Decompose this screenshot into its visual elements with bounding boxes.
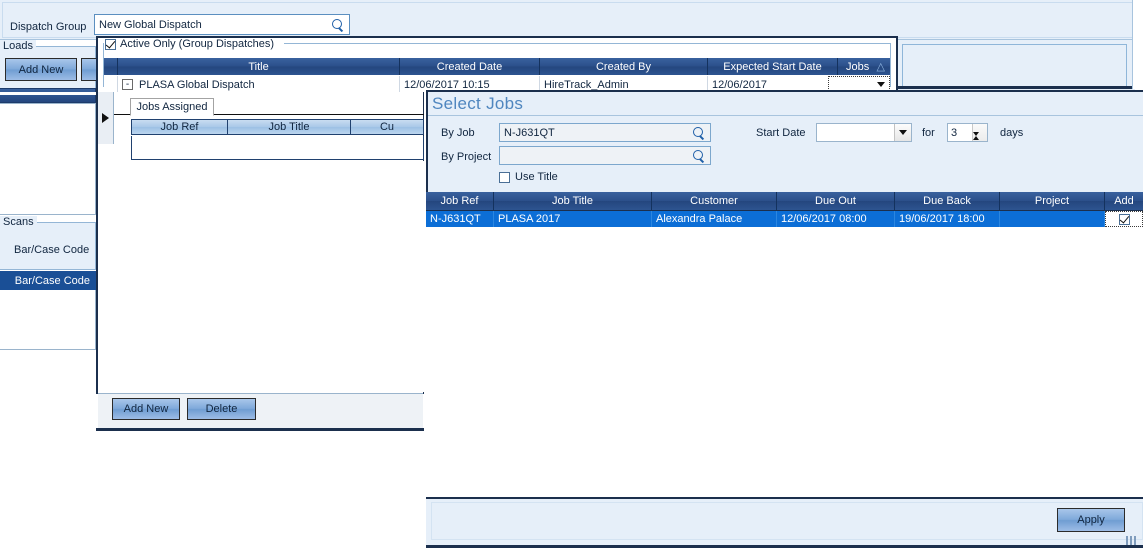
results-col-due-out[interactable]: Due Out [777, 192, 895, 210]
by-project-search-icon[interactable] [692, 149, 706, 163]
search-icon[interactable] [331, 18, 345, 32]
days-stepper-buttons[interactable] [972, 124, 987, 141]
active-only-checkbox-wrap[interactable]: Active Only (Group Dispatches) [105, 38, 274, 50]
results-col-add[interactable]: Add [1105, 192, 1143, 210]
jobs-assigned-col-job-ref[interactable]: Job Ref [132, 120, 228, 134]
by-project-label: By Project [441, 151, 491, 163]
by-job-label: By Job [441, 127, 475, 139]
tree-expander-icon[interactable]: - [122, 79, 133, 90]
start-date-value [817, 124, 894, 141]
dispatch-window-bottom-edge [96, 428, 424, 431]
days-value[interactable]: 3 [948, 124, 972, 141]
chevron-down-icon [899, 130, 907, 135]
start-date-label: Start Date [756, 127, 806, 139]
tab-jobs-assigned-label: Jobs Assigned [137, 101, 208, 113]
add-row-checkbox[interactable] [1119, 214, 1130, 225]
results-cell-add[interactable] [1105, 211, 1143, 227]
active-only-checkbox[interactable] [105, 39, 116, 50]
start-date-dropdown-button[interactable] [894, 124, 911, 141]
results-grid-body [426, 210, 1143, 497]
loads-grid-header [0, 88, 96, 103]
dispatch-col-rowhandle [104, 58, 118, 75]
scans-selected-row[interactable]: Bar/Case Code [0, 271, 96, 290]
results-grid-header: Job Ref Job Title Customer Due Out Due B… [426, 192, 1143, 210]
detail-row-indicator-column [98, 92, 114, 144]
stepper-down-icon[interactable] [973, 136, 987, 148]
tab-jobs-assigned[interactable]: Jobs Assigned [130, 98, 214, 116]
background-window-far-right [1132, 0, 1135, 89]
results-cell-customer: Alexandra Palace [652, 211, 777, 227]
loads-grid-body [0, 103, 96, 215]
apply-button[interactable]: Apply [1057, 508, 1125, 532]
background-right-panel-inner [902, 44, 1127, 88]
scans-selected-row-label: Bar/Case Code [15, 275, 90, 287]
dialog-bottom-edge [426, 545, 1143, 548]
results-col-job-ref[interactable]: Job Ref [426, 192, 494, 210]
dispatch-group-value: New Global Dispatch [99, 19, 331, 31]
dispatch-title-text: PLASA Global Dispatch [139, 79, 255, 91]
dispatch-grid-header: Title Created Date Created By Expected S… [104, 58, 890, 75]
results-col-job-title[interactable]: Job Title [494, 192, 652, 210]
dispatch-group-label: Dispatch Group [10, 21, 86, 33]
days-label: days [1000, 127, 1023, 139]
jobs-assigned-grid-header: Job Ref Job Title Cu [131, 119, 424, 135]
dispatch-add-new-button[interactable]: Add New [112, 398, 180, 420]
results-grid-row[interactable]: N-J631QT PLASA 2017 Alexandra Palace 12/… [426, 211, 1143, 227]
dialog-title: Select Jobs [432, 94, 523, 114]
dialog-title-underline [428, 115, 1143, 116]
dispatch-detail-empty-area [98, 161, 424, 392]
by-job-search-icon[interactable] [692, 126, 706, 140]
results-col-customer[interactable]: Customer [652, 192, 777, 210]
dispatch-group-input[interactable]: New Global Dispatch [94, 14, 350, 35]
row-handle [104, 76, 118, 93]
dispatch-col-created-by[interactable]: Created By [540, 58, 708, 75]
results-cell-job-ref: N-J631QT [426, 211, 494, 227]
scans-list-body [0, 290, 96, 350]
results-cell-due-back: 19/06/2017 18:00 [895, 211, 1000, 227]
dispatch-col-title[interactable]: Title [118, 58, 400, 75]
loads-group-label: Loads [0, 40, 36, 52]
use-title-label: Use Title [515, 171, 558, 183]
for-label: for [922, 127, 935, 139]
chevron-down-icon[interactable] [877, 82, 885, 87]
active-only-label: Active Only (Group Dispatches) [120, 38, 274, 50]
jobs-assigned-col-job-title[interactable]: Job Title [228, 120, 351, 134]
by-job-value: N-J631QT [504, 127, 692, 139]
current-row-triangle-icon [102, 113, 109, 123]
results-cell-due-out: 12/06/2017 08:00 [777, 211, 895, 227]
by-job-input[interactable]: N-J631QT [499, 123, 711, 142]
by-project-input[interactable] [499, 146, 711, 165]
days-stepper[interactable]: 3 [947, 123, 988, 142]
scans-group-label: Scans [0, 216, 37, 228]
sort-ascending-icon: △ [877, 60, 885, 73]
screen: Dispatch Group New Global Dispatch Loads… [0, 0, 1143, 550]
dispatch-col-jobs-label: Jobs [846, 61, 869, 73]
start-date-combo[interactable] [816, 123, 912, 142]
dispatch-delete-button[interactable]: Delete [187, 398, 256, 420]
use-title-row[interactable]: Use Title [499, 171, 558, 183]
use-title-checkbox[interactable] [499, 172, 510, 183]
scans-barcase-label: Bar/Case Code [14, 244, 89, 256]
loads-add-new-button[interactable]: Add New [5, 58, 77, 81]
jobs-assigned-grid-body [131, 136, 424, 160]
results-cell-job-title: PLASA 2017 [494, 211, 652, 227]
dispatch-col-jobs[interactable]: Jobs △ [838, 58, 890, 75]
background-right-edge-dark [898, 86, 1132, 89]
dispatch-col-created-date[interactable]: Created Date [400, 58, 540, 75]
results-cell-project [1000, 211, 1105, 227]
dispatch-cell-title: - PLASA Global Dispatch [118, 76, 400, 93]
results-col-due-back[interactable]: Due Back [895, 192, 1000, 210]
jobs-assigned-col-customer[interactable]: Cu [351, 120, 423, 134]
results-col-project[interactable]: Project [1000, 192, 1105, 210]
dialog-footer-inner-border [431, 502, 1143, 540]
dispatch-col-expected-start-date[interactable]: Expected Start Date [708, 58, 838, 75]
